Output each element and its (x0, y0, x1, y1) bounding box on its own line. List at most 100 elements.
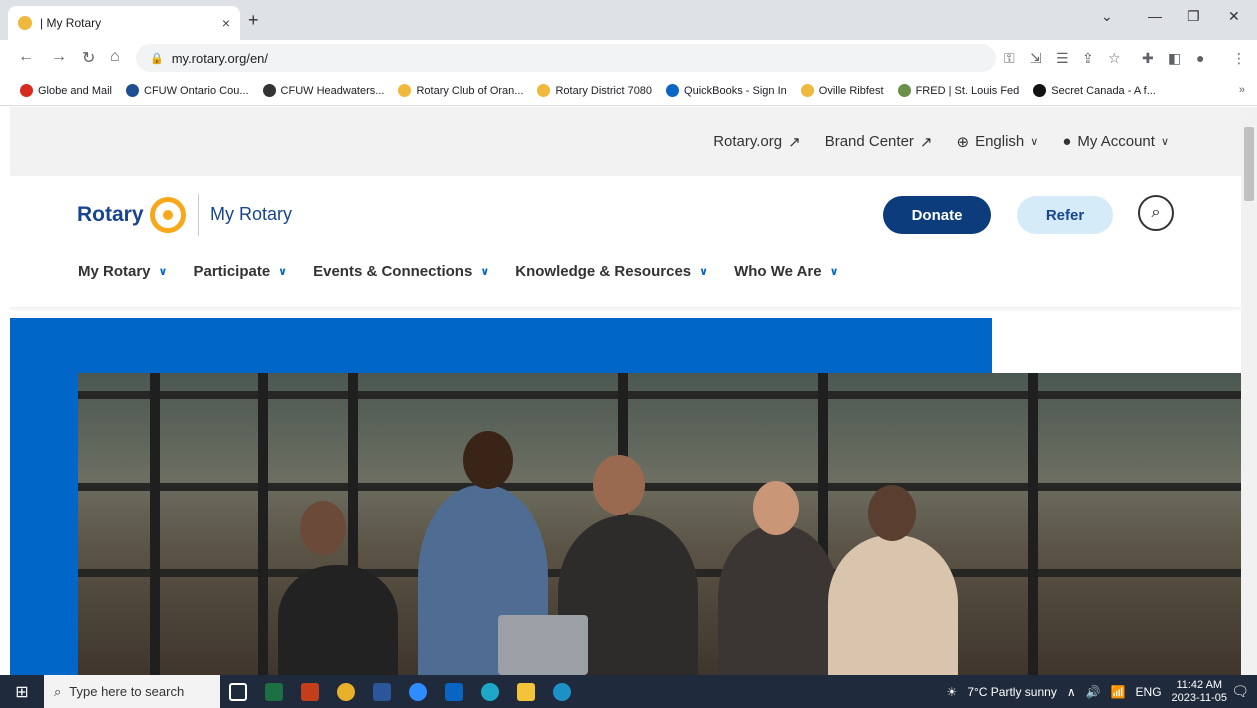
bookmark-label: Rotary District 7080 (555, 84, 653, 97)
tab-search-icon[interactable]: ⌄ (1101, 8, 1113, 25)
rotary-logo[interactable]: Rotary (77, 197, 186, 233)
nav-events-connections[interactable]: Events & Connections ∨ (313, 263, 489, 280)
bookmark-favicon-icon (20, 84, 33, 97)
bookmark-favicon-icon (398, 84, 412, 97)
windows-taskbar: ⊞ ⌕ Type here to search ☀ 7°C Partly sun… (0, 675, 1257, 708)
bookmark-label: Secret Canada - A f... (1051, 84, 1156, 97)
address-bar[interactable]: 🔒 my.rotary.org/en/ (136, 44, 996, 72)
bookmark-favicon-icon (262, 84, 276, 97)
my-account-menu[interactable]: ● My Account ∨ (1062, 133, 1169, 150)
nav-label: Knowledge & Resources (515, 263, 692, 280)
minimize-button[interactable]: — (1148, 8, 1162, 24)
tray-chevron-icon[interactable]: ∧ (1067, 685, 1076, 699)
file-explorer-icon[interactable] (508, 682, 544, 701)
scrollbar-thumb[interactable] (1244, 127, 1254, 201)
edge-icon[interactable] (472, 682, 508, 701)
system-tray: ☀ 7°C Partly sunny ∧ 🔊 📶 ENG 11:42 AM 20… (947, 675, 1227, 708)
volume-icon[interactable]: 🔊 (1086, 685, 1101, 699)
chrome-icon[interactable] (328, 682, 364, 701)
bookmark-item[interactable]: Rotary District 7080 (537, 84, 652, 97)
brand-center-link[interactable]: Brand Center ↗ (825, 133, 933, 151)
restore-button[interactable]: ❐ (1187, 8, 1200, 25)
reading-mode-icon[interactable]: ☰ (1056, 50, 1069, 67)
powerpoint-icon[interactable] (292, 682, 328, 701)
zoom-icon[interactable] (400, 682, 436, 701)
side-panel-icon[interactable]: ◧ (1168, 50, 1181, 67)
site-name[interactable]: My Rotary (210, 204, 292, 225)
donate-button[interactable]: Donate (883, 196, 991, 234)
bookmarks-overflow-button[interactable]: » (1239, 84, 1245, 96)
bookmark-label: Oville Ribfest (818, 84, 884, 97)
tab-title: | My Rotary (40, 16, 102, 30)
utility-nav: Rotary.org ↗ Brand Center ↗ ⊕ English ∨ … (10, 107, 1241, 176)
nav-knowledge-resources[interactable]: Knowledge & Resources ∨ (515, 263, 708, 280)
clock-time: 11:42 AM (1176, 678, 1223, 691)
bookmark-item[interactable]: CFUW Headwaters... (262, 84, 384, 97)
refer-button[interactable]: Refer (1017, 196, 1113, 234)
network-icon[interactable]: 📶 (1111, 685, 1126, 699)
profile-avatar-icon[interactable]: ● (1196, 50, 1204, 66)
new-tab-button[interactable]: + (248, 10, 259, 31)
page-scrollbar[interactable] (1241, 107, 1257, 675)
bookmark-label: FRED | St. Louis Fed (915, 84, 1020, 97)
hero-image (78, 373, 1241, 675)
external-link-icon: ↗ (788, 133, 801, 151)
windows-start-icon[interactable]: ⊞ (0, 682, 44, 702)
install-app-icon[interactable]: ⇲ (1030, 50, 1042, 67)
password-key-icon[interactable]: ⚿ (1004, 50, 1015, 67)
forward-arrow-icon[interactable]: → (51, 48, 67, 66)
bookmark-item[interactable]: QuickBooks - Sign In (666, 84, 787, 97)
weather-text[interactable]: 7°C Partly sunny (967, 685, 1057, 699)
back-arrow-icon[interactable]: ← (18, 48, 34, 66)
rotary-favicon-icon (18, 16, 32, 30)
extensions-icon[interactable]: ✚ (1142, 50, 1154, 67)
bookmark-label: CFUW Ontario Cou... (144, 84, 249, 97)
bookmark-label: QuickBooks - Sign In (684, 84, 787, 97)
language-indicator[interactable]: ENG (1136, 685, 1162, 699)
bookmark-favicon-icon (666, 84, 680, 97)
chevron-down-icon: ∨ (699, 266, 709, 278)
nav-my-rotary[interactable]: My Rotary ∨ (78, 263, 167, 280)
browser-tab[interactable]: | My Rotary × (8, 6, 240, 40)
bookmark-favicon-icon (897, 84, 911, 97)
nav-who-we-are[interactable]: Who We Are ∨ (734, 263, 838, 280)
language-label: English (975, 133, 1025, 150)
nav-label: Events & Connections (313, 263, 473, 280)
bookmark-label: Globe and Mail (38, 84, 112, 97)
rotary-wheel-icon (149, 197, 186, 233)
search-icon: ⌕ (1151, 204, 1161, 221)
taskbar-search-box[interactable]: ⌕ Type here to search (44, 675, 220, 708)
taskbar-clock[interactable]: 11:42 AM 2023-11-05 (1172, 679, 1227, 705)
chevron-down-icon: ∨ (480, 266, 490, 278)
word-icon[interactable] (364, 682, 400, 701)
bookmark-item[interactable]: FRED | St. Louis Fed (897, 84, 1020, 97)
browser-tab-strip: | My Rotary × + ⌄ — ❐ ✕ (0, 0, 1257, 40)
reload-icon[interactable]: ↻ (82, 48, 95, 68)
my-account-label: My Account (1077, 133, 1155, 150)
rotary-org-link[interactable]: Rotary.org ↗ (713, 133, 801, 151)
bookmark-item[interactable]: Oville Ribfest (800, 84, 884, 97)
bookmark-favicon-icon (800, 84, 814, 97)
bookmark-item[interactable]: Rotary Club of Oran... (398, 84, 523, 97)
search-button[interactable]: ⌕ (1138, 195, 1174, 231)
nav-participate[interactable]: Participate ∨ (193, 263, 287, 280)
clock-date: 2023-11-05 (1171, 691, 1227, 704)
utility-link-label: Rotary.org (713, 133, 783, 150)
chevron-down-icon: ∨ (829, 266, 839, 278)
language-selector[interactable]: ⊕ English ∨ (956, 133, 1038, 151)
share-icon[interactable]: ⇪ (1082, 50, 1094, 67)
browser-menu-icon[interactable]: ⋮ (1232, 50, 1246, 67)
bookmark-item[interactable]: Globe and Mail (20, 84, 112, 97)
tab-close-icon[interactable]: × (222, 15, 230, 31)
outlook-icon[interactable] (436, 682, 472, 701)
logo-divider (198, 194, 199, 236)
bookmark-item[interactable]: Secret Canada - A f... (1033, 84, 1156, 97)
home-icon[interactable]: ⌂ (110, 48, 120, 66)
bookmark-star-icon[interactable]: ☆ (1108, 50, 1121, 67)
notifications-icon[interactable]: 🗨 (1231, 683, 1249, 700)
excel-icon[interactable] (256, 682, 292, 701)
task-view-icon[interactable] (220, 682, 256, 701)
window-close-button[interactable]: ✕ (1228, 8, 1240, 25)
help-icon[interactable] (544, 682, 580, 701)
bookmark-item[interactable]: CFUW Ontario Cou... (126, 84, 249, 97)
